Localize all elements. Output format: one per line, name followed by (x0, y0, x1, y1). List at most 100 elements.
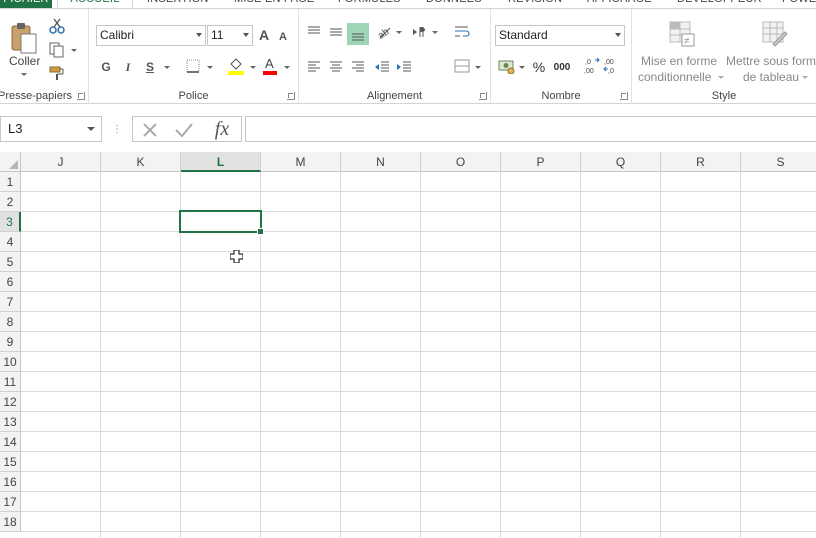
row-header-11[interactable]: 11 (0, 372, 21, 392)
conditional-formatting-line1[interactable]: Mise en forme (641, 54, 717, 68)
increase-indent-icon[interactable] (395, 58, 413, 76)
format-as-table-line2[interactable]: de tableau (743, 70, 799, 84)
font-color-dropdown-icon[interactable] (284, 66, 290, 69)
row-header-12[interactable]: 12 (0, 392, 21, 412)
tab-review[interactable]: RÉVISION (508, 0, 562, 8)
copy-dropdown-icon[interactable] (71, 49, 77, 52)
percent-button[interactable]: % (531, 58, 547, 76)
row-header-13[interactable]: 13 (0, 412, 21, 432)
column-header-l[interactable]: L (181, 152, 261, 172)
column-header-k[interactable]: K (101, 152, 181, 172)
row-header-16[interactable]: 16 (0, 472, 21, 492)
column-header-o[interactable]: O (421, 152, 501, 172)
increase-decimal-icon[interactable]: ,0,00 (583, 56, 601, 76)
decrease-decimal-icon[interactable]: ,00,0 (603, 56, 621, 76)
borders-dropdown-icon[interactable] (207, 66, 213, 69)
number-format-dropdown[interactable]: Standard (495, 25, 625, 46)
underline-button[interactable]: S (142, 58, 158, 76)
font-name-dropdown[interactable]: Calibri (96, 25, 206, 46)
borders-icon[interactable] (184, 57, 202, 75)
conditional-formatting-icon[interactable]: ≠ (667, 19, 697, 49)
row-header-3[interactable]: 3 (0, 212, 21, 232)
font-size-dropdown[interactable]: 11 (207, 25, 253, 46)
row-header-17[interactable]: 17 (0, 492, 21, 512)
row-header-2[interactable]: 2 (0, 192, 21, 212)
column-header-n[interactable]: N (341, 152, 421, 172)
formula-bar-grip-icon[interactable]: ⋮ (112, 122, 122, 136)
tab-view[interactable]: AFFICHAGE (587, 0, 652, 8)
tab-power[interactable]: POWE (782, 0, 816, 8)
row-header-10[interactable]: 10 (0, 352, 21, 372)
italic-button[interactable]: I (120, 58, 136, 76)
fill-color-icon[interactable] (226, 55, 246, 77)
name-box[interactable]: L3 (0, 116, 102, 142)
align-middle-icon[interactable] (327, 23, 345, 41)
conditional-formatting-dropdown-icon[interactable] (718, 76, 724, 79)
tab-developer[interactable]: DÉVELOPPEUR (677, 0, 762, 8)
select-all-button[interactable] (0, 152, 21, 172)
font-launcher-icon[interactable] (287, 92, 295, 100)
format-as-table-icon[interactable] (760, 19, 790, 49)
row-header-7[interactable]: 7 (0, 292, 21, 312)
tab-formulas[interactable]: FORMULES (338, 0, 401, 8)
conditional-formatting-line2[interactable]: conditionnelle (638, 70, 711, 84)
cut-icon[interactable] (48, 17, 66, 35)
row-header-8[interactable]: 8 (0, 312, 21, 332)
row-header-1[interactable]: 1 (0, 172, 21, 192)
column-header-q[interactable]: Q (581, 152, 661, 172)
formula-input[interactable] (245, 116, 816, 142)
tab-insert[interactable]: INSERTION (147, 0, 209, 8)
row-header-15[interactable]: 15 (0, 452, 21, 472)
copy-icon[interactable] (48, 41, 66, 59)
align-right-icon[interactable] (349, 58, 367, 76)
row-header-5[interactable]: 5 (0, 252, 21, 272)
tab-data[interactable]: DONNÉES (426, 0, 482, 8)
column-header-p[interactable]: P (501, 152, 581, 172)
insert-function-icon[interactable]: fx (209, 118, 235, 140)
text-direction-icon[interactable] (411, 23, 429, 41)
orientation-dropdown-icon[interactable] (396, 31, 402, 34)
currency-icon[interactable] (497, 57, 517, 75)
bold-button[interactable]: G (98, 58, 114, 76)
paste-dropdown-icon[interactable] (21, 73, 27, 76)
merge-center-icon[interactable] (452, 57, 472, 75)
format-painter-icon[interactable] (48, 64, 66, 82)
thousands-button[interactable]: 000 (552, 59, 572, 75)
paste-label[interactable]: Coller (9, 54, 40, 68)
cell-area[interactable] (21, 172, 816, 538)
row-header-14[interactable]: 14 (0, 432, 21, 452)
font-color-icon[interactable]: A (261, 55, 279, 77)
align-left-icon[interactable] (305, 58, 323, 76)
column-header-j[interactable]: J (21, 152, 101, 172)
format-as-table-line1[interactable]: Mettre sous form (726, 54, 816, 68)
row-header-6[interactable]: 6 (0, 272, 21, 292)
format-as-table-dropdown-icon[interactable] (802, 76, 808, 79)
row-header-9[interactable]: 9 (0, 332, 21, 352)
orientation-icon[interactable]: ab (374, 23, 394, 41)
number-launcher-icon[interactable] (620, 92, 628, 100)
column-header-s[interactable]: S (741, 152, 816, 172)
active-cell-L3[interactable] (179, 210, 264, 235)
paste-icon[interactable] (8, 19, 40, 59)
name-box-dropdown-icon[interactable] (87, 127, 95, 131)
text-direction-dropdown-icon[interactable] (432, 31, 438, 34)
merge-dropdown-icon[interactable] (475, 66, 481, 69)
grow-font-icon[interactable]: A (255, 25, 273, 45)
tab-file[interactable]: FICHIER (0, 0, 52, 8)
enter-icon[interactable] (173, 119, 195, 141)
shrink-font-icon[interactable]: A (275, 28, 291, 46)
clipboard-launcher-icon[interactable] (77, 92, 85, 100)
row-header-4[interactable]: 4 (0, 232, 21, 252)
fill-color-dropdown-icon[interactable] (250, 66, 256, 69)
column-header-r[interactable]: R (661, 152, 741, 172)
underline-dropdown-icon[interactable] (164, 66, 170, 69)
tab-home[interactable]: ACCUEIL (57, 0, 133, 8)
align-bottom-icon[interactable] (347, 23, 369, 45)
decrease-indent-icon[interactable] (373, 58, 391, 76)
currency-dropdown-icon[interactable] (519, 66, 525, 69)
align-center-icon[interactable] (327, 58, 345, 76)
alignment-launcher-icon[interactable] (479, 92, 487, 100)
tab-page-layout[interactable]: MISE EN PAGE (234, 0, 314, 8)
column-header-m[interactable]: M (261, 152, 341, 172)
wrap-text-icon[interactable] (452, 23, 472, 41)
